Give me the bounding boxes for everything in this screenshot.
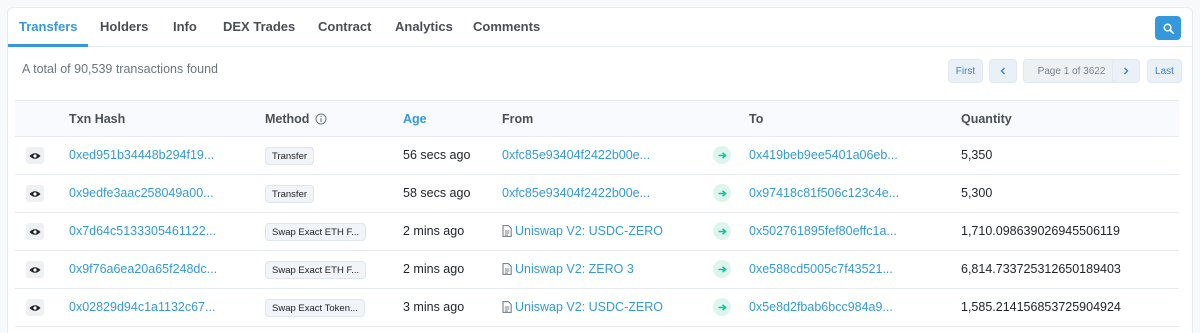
method-badge: Swap Exact ETH F... [265, 223, 367, 241]
to-address-link[interactable]: 0x419beb9ee5401a06eb... [749, 148, 898, 162]
tab-transfers[interactable]: Transfers [19, 19, 78, 34]
age-text: 2 mins ago [403, 224, 465, 238]
quantity-text: 1,585.214156853725904924 [961, 300, 1121, 314]
txn-hash-link[interactable]: 0x7d64c5133305461122... [69, 224, 216, 238]
arrow-right-icon [718, 189, 727, 197]
to-address-link[interactable]: 0xe588cd5005c7f43521... [749, 262, 893, 276]
eye-icon [29, 190, 41, 197]
to-address-link[interactable]: 0x97418c81f506c123c4e... [749, 186, 899, 200]
contract-file-icon [502, 263, 512, 275]
transfer-direction-badge [713, 184, 731, 202]
method-badge: Transfer [265, 185, 315, 203]
pagination-first-button[interactable]: First [948, 59, 983, 83]
contract-file-icon [502, 225, 512, 237]
tab-comments[interactable]: Comments [473, 19, 540, 34]
table-header: Txn Hash Method Age From To Quantity [15, 100, 1179, 137]
table-row: 0x9edfe3aac258049a00... Transfer 58 secs… [15, 175, 1179, 213]
view-details-button[interactable] [26, 299, 44, 316]
pagination-info: Page 1 of 3622 [1023, 59, 1120, 83]
method-badge: Swap Exact Token... [265, 299, 365, 317]
txn-hash-link[interactable]: 0xed951b34448b294f19... [69, 148, 214, 162]
from-address-link[interactable]: 0xfc85e93404f2422b00e... [502, 186, 650, 200]
transfer-direction-badge [713, 260, 731, 278]
transfer-direction-badge [713, 222, 731, 240]
transactions-total-text: A total of 90,539 transactions found [22, 62, 218, 76]
token-transfers-card: Transfers Holders Info DEX Trades Contra… [7, 7, 1193, 333]
age-text: 58 secs ago [403, 186, 471, 200]
column-header-method: Method [265, 112, 327, 126]
from-address-link[interactable]: 0xfc85e93404f2422b00e... [502, 148, 650, 162]
chevron-left-icon [1000, 67, 1005, 75]
arrow-right-icon [718, 303, 727, 311]
column-header-txn-hash: Txn Hash [69, 112, 126, 126]
txn-hash-link[interactable]: 0x9edfe3aac258049a00... [69, 186, 214, 200]
column-header-from: From [502, 112, 534, 126]
view-details-button[interactable] [26, 185, 44, 202]
arrow-right-icon [718, 265, 727, 273]
pagination-next-button[interactable] [1112, 59, 1140, 83]
from-address-cell: Uniswap V2: USDC-ZERO [502, 224, 663, 238]
from-address-link[interactable]: Uniswap V2: USDC-ZERO [515, 224, 663, 238]
view-details-button[interactable] [26, 147, 44, 164]
tab-info[interactable]: Info [173, 19, 197, 34]
quantity-text: 1,710.098639026945506119 [961, 224, 1120, 238]
column-header-quantity: Quantity [961, 112, 1012, 126]
eye-icon [29, 304, 41, 311]
from-address-link[interactable]: Uniswap V2: USDC-ZERO [515, 300, 663, 314]
pagination-prev-button[interactable] [989, 59, 1017, 83]
chevron-right-icon [1124, 67, 1129, 75]
quantity-text: 5,300 [961, 186, 993, 200]
arrow-right-icon [718, 151, 727, 159]
from-address-cell: Uniswap V2: USDC-ZERO [502, 300, 663, 314]
search-icon [1163, 23, 1174, 34]
method-badge: Transfer [265, 147, 315, 165]
table-row: 0x7d64c5133305461122... Swap Exact ETH F… [15, 213, 1179, 251]
age-text: 56 secs ago [403, 148, 471, 162]
to-address-link[interactable]: 0x502761895fef80effc1a... [749, 224, 897, 238]
table-row: 0x9f76a6ea20a65f248dc... Swap Exact ETH … [15, 251, 1179, 289]
tab-analytics[interactable]: Analytics [395, 19, 453, 34]
quantity-text: 5,350 [961, 148, 993, 162]
tab-dex-trades[interactable]: DEX Trades [223, 19, 295, 34]
age-text: 2 mins ago [403, 262, 465, 276]
tab-contract[interactable]: Contract [318, 19, 371, 34]
view-details-button[interactable] [26, 261, 44, 278]
contract-file-icon [502, 301, 512, 313]
transfer-direction-badge [713, 146, 731, 164]
quantity-text: 6,814.733725312650189403 [961, 262, 1121, 276]
column-header-to: To [749, 112, 764, 126]
table-row: 0x02829d94c1a1132c67... Swap Exact Token… [15, 289, 1179, 327]
to-address-link[interactable]: 0x5e8d2fbab6bcc984a9... [749, 300, 893, 314]
from-address-link[interactable]: Uniswap V2: ZERO 3 [515, 262, 634, 276]
table-row: 0xed951b34448b294f19... Transfer 56 secs… [15, 137, 1179, 175]
column-header-method-label: Method [265, 112, 310, 126]
tab-bar: Transfers Holders Info DEX Trades Contra… [8, 8, 1192, 47]
age-text: 3 mins ago [403, 300, 465, 314]
from-address-cell: Uniswap V2: ZERO 3 [502, 262, 634, 276]
tab-holders[interactable]: Holders [100, 19, 148, 34]
search-button[interactable] [1155, 16, 1181, 40]
column-header-age[interactable]: Age [403, 112, 427, 126]
eye-icon [29, 228, 41, 235]
pagination-last-button[interactable]: Last [1147, 59, 1182, 83]
method-badge: Swap Exact ETH F... [265, 261, 367, 279]
arrow-right-icon [718, 227, 727, 235]
view-details-button[interactable] [26, 223, 44, 240]
txn-hash-link[interactable]: 0x02829d94c1a1132c67... [69, 300, 215, 314]
active-tab-indicator [8, 44, 88, 47]
info-icon[interactable] [315, 113, 327, 125]
eye-icon [29, 266, 41, 273]
transfer-direction-badge [713, 298, 731, 316]
txn-hash-link[interactable]: 0x9f76a6ea20a65f248dc... [69, 262, 217, 276]
eye-icon [29, 152, 41, 159]
